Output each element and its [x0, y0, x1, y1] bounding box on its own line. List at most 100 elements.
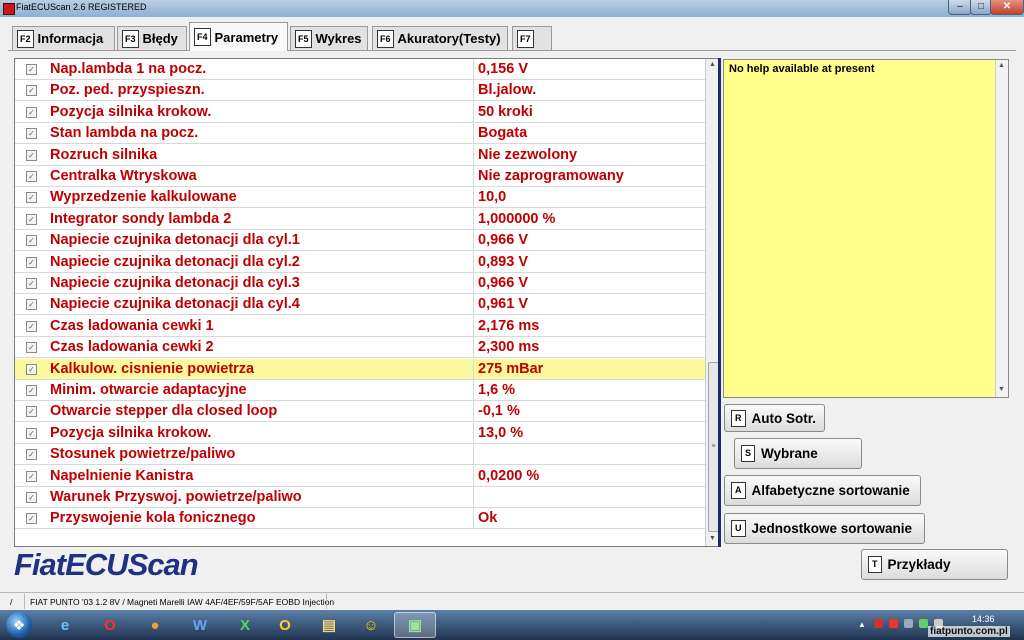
- row-checkbox[interactable]: ✓: [26, 385, 37, 396]
- row-checkbox[interactable]: ✓: [26, 278, 37, 289]
- parameter-name: Napiecie czujnika detonacji dla cyl.3: [50, 275, 300, 291]
- row-checkbox[interactable]: ✓: [26, 320, 37, 332]
- row-checkbox[interactable]: ✓: [26, 85, 37, 97]
- tab-key: F7: [517, 29, 534, 48]
- tab-akuratory[interactable]: F6 Akuratory(Testy): [372, 26, 508, 50]
- parameter-name: Stosunek powietrze/paliwo: [50, 446, 236, 463]
- table-row[interactable]: ✓ Napelnienie Kanistra 0,0200 %: [15, 465, 705, 487]
- table-row[interactable]: ✓ Centralka Wtryskowa Nie zaprogramowany: [15, 166, 705, 187]
- table-row[interactable]: ✓ Otwarcie stepper dla closed loop -0,1 %: [15, 401, 705, 423]
- row-checkbox[interactable]: ✓: [26, 449, 37, 461]
- row-checkbox[interactable]: ✓: [26, 64, 37, 75]
- table-row[interactable]: ✓ Napiecie czujnika detonacji dla cyl.3 0,…: [15, 273, 705, 294]
- tab-key: F3: [122, 29, 139, 48]
- row-checkbox[interactable]: ✓: [26, 470, 37, 482]
- auto-sort-button[interactable]: R Auto Sotr.: [724, 404, 825, 432]
- tray-icon[interactable]: [889, 619, 898, 628]
- parameter-name: Warunek Przyswoj. powietrze/paliwo: [50, 489, 302, 505]
- parameter-name: Wyprzedzenie kalkulowane: [50, 189, 237, 206]
- fiatecuscan-taskbar-icon[interactable]: ▣: [394, 612, 436, 638]
- column-separator: [473, 315, 474, 337]
- row-checkbox[interactable]: ✓: [26, 256, 37, 268]
- table-row[interactable]: ✓ Stosunek powietrze/paliwo: [15, 444, 705, 466]
- row-checkbox[interactable]: ✓: [26, 513, 37, 525]
- tab-parametry[interactable]: F4 Parametry: [189, 22, 288, 51]
- table-row[interactable]: ✓ Napiecie czujnika detonacji dla cyl.4 0,…: [15, 294, 705, 316]
- column-separator: [473, 401, 474, 423]
- row-checkbox[interactable]: ✓: [26, 406, 37, 418]
- table-row[interactable]: ✓ Nap.lambda 1 na pocz. 0,156 V: [15, 59, 705, 80]
- scroll-down-arrow-icon[interactable]: ▼: [998, 386, 1005, 393]
- maximize-button[interactable]: □: [970, 0, 992, 15]
- network-icon[interactable]: [919, 619, 928, 628]
- tab-bledy[interactable]: F3 Błędy: [117, 26, 187, 50]
- parameter-value: 0,156 V: [478, 61, 528, 77]
- minimize-button[interactable]: –: [948, 0, 972, 15]
- tab-divider: [8, 50, 1016, 51]
- alphabetical-sort-button[interactable]: A Alfabetyczne sortowanie: [724, 475, 921, 506]
- opera-icon[interactable]: O: [89, 612, 131, 638]
- column-separator: [473, 59, 474, 80]
- table-row[interactable]: ✓ Pozycja silnika krokow. 13,0 %: [15, 422, 705, 444]
- row-checkbox[interactable]: ✓: [26, 149, 37, 161]
- taskbar: ❖ e O ● W X O ▤ ☺ ▣ ▲ 14:36 fiatpunto.co…: [0, 610, 1024, 640]
- explorer-folder-icon[interactable]: ▤: [308, 612, 350, 638]
- table-row[interactable]: ✓ Minim. otwarcie adaptacyjne 1,6 %: [15, 380, 705, 401]
- tab-informacja[interactable]: F2 Informacja: [12, 26, 115, 50]
- row-checkbox[interactable]: ✓: [26, 106, 37, 118]
- panel-splitter[interactable]: [718, 58, 721, 547]
- game-icon[interactable]: ☺: [350, 612, 392, 638]
- table-row[interactable]: ✓ Przyswojenie kola fonicznego Ok: [15, 508, 705, 530]
- help-scrollbar[interactable]: ▲ ▼: [995, 60, 1008, 397]
- table-row[interactable]: ✓ Integrator sondy lambda 2 1,000000 %: [15, 208, 705, 230]
- row-checkbox[interactable]: ✓: [26, 342, 37, 354]
- table-row[interactable]: ✓ Kalkulow. cisnienie powietrza 275 mBar: [15, 358, 705, 380]
- firefox-icon[interactable]: ●: [134, 612, 176, 638]
- row-checkbox[interactable]: ✓: [26, 427, 37, 439]
- button-label: Jednostkowe sortowanie: [751, 521, 913, 536]
- column-separator: [473, 101, 474, 123]
- excel-icon[interactable]: X: [224, 612, 266, 638]
- table-row[interactable]: ✓ Stan lambda na pocz. Bogata: [15, 123, 705, 145]
- tab-wykres[interactable]: F5 Wykres: [290, 26, 368, 50]
- unit-sort-button[interactable]: U Jednostkowe sortowanie: [724, 513, 925, 544]
- scroll-down-arrow-icon[interactable]: ▼: [709, 535, 716, 542]
- examples-button[interactable]: T Przykłady: [861, 549, 1008, 580]
- start-button[interactable]: ❖: [6, 612, 32, 638]
- parameter-name: Czas ladowania cewki 2: [50, 339, 214, 356]
- row-checkbox[interactable]: ✓: [26, 128, 37, 140]
- table-row[interactable]: ✓ Poz. ped. przyspieszn. Bl.jalow.: [15, 80, 705, 102]
- row-checkbox[interactable]: ✓: [26, 171, 37, 182]
- table-row[interactable]: ✓ Pozycja silnika krokow. 50 kroki: [15, 101, 705, 123]
- row-checkbox[interactable]: ✓: [26, 363, 37, 375]
- tray-icon[interactable]: [874, 619, 883, 628]
- word-icon[interactable]: W: [179, 612, 221, 638]
- table-row[interactable]: ✓ Wyprzedzenie kalkulowane 10,0: [15, 187, 705, 209]
- table-row[interactable]: ✓ Warunek Przyswoj. powietrze/paliwo: [15, 487, 705, 508]
- row-checkbox[interactable]: ✓: [26, 299, 37, 311]
- row-checkbox[interactable]: ✓: [26, 235, 37, 247]
- clock[interactable]: 14:36: [972, 614, 995, 624]
- table-row[interactable]: ✓ Czas ladowania cewki 2 2,300 ms: [15, 337, 705, 359]
- scroll-up-arrow-icon[interactable]: ▲: [709, 61, 716, 68]
- tray-expand-icon[interactable]: ▲: [858, 620, 866, 629]
- row-checkbox[interactable]: ✓: [26, 192, 37, 204]
- internet-explorer-icon[interactable]: e: [44, 612, 86, 638]
- tab-label: Parametry: [214, 29, 279, 45]
- tab-f7[interactable]: F7: [512, 26, 552, 50]
- tray-icon[interactable]: [904, 619, 913, 628]
- outlook-icon[interactable]: O: [264, 612, 306, 638]
- parameter-value: 0,966 V: [478, 232, 528, 249]
- scroll-up-arrow-icon[interactable]: ▲: [998, 62, 1005, 69]
- table-row[interactable]: ✓ Napiecie czujnika detonacji dla cyl.2 0,…: [15, 251, 705, 273]
- selected-button[interactable]: S Wybrane: [734, 438, 862, 469]
- parameter-value: 0,966 V: [478, 275, 528, 291]
- parameter-grid[interactable]: ✓ Nap.lambda 1 na pocz. 0,156 V ✓ Poz. ped. …: [14, 58, 720, 547]
- table-row[interactable]: ✓ Rozruch silnika Nie zezwolony: [15, 144, 705, 166]
- column-separator: [473, 487, 474, 508]
- table-row[interactable]: ✓ Napiecie czujnika detonacji dla cyl.1 0,…: [15, 230, 705, 252]
- close-button[interactable]: ✕: [990, 0, 1024, 15]
- row-checkbox[interactable]: ✓: [26, 492, 37, 503]
- table-row[interactable]: ✓ Czas ladowania cewki 1 2,176 ms: [15, 315, 705, 337]
- row-checkbox[interactable]: ✓: [26, 213, 37, 225]
